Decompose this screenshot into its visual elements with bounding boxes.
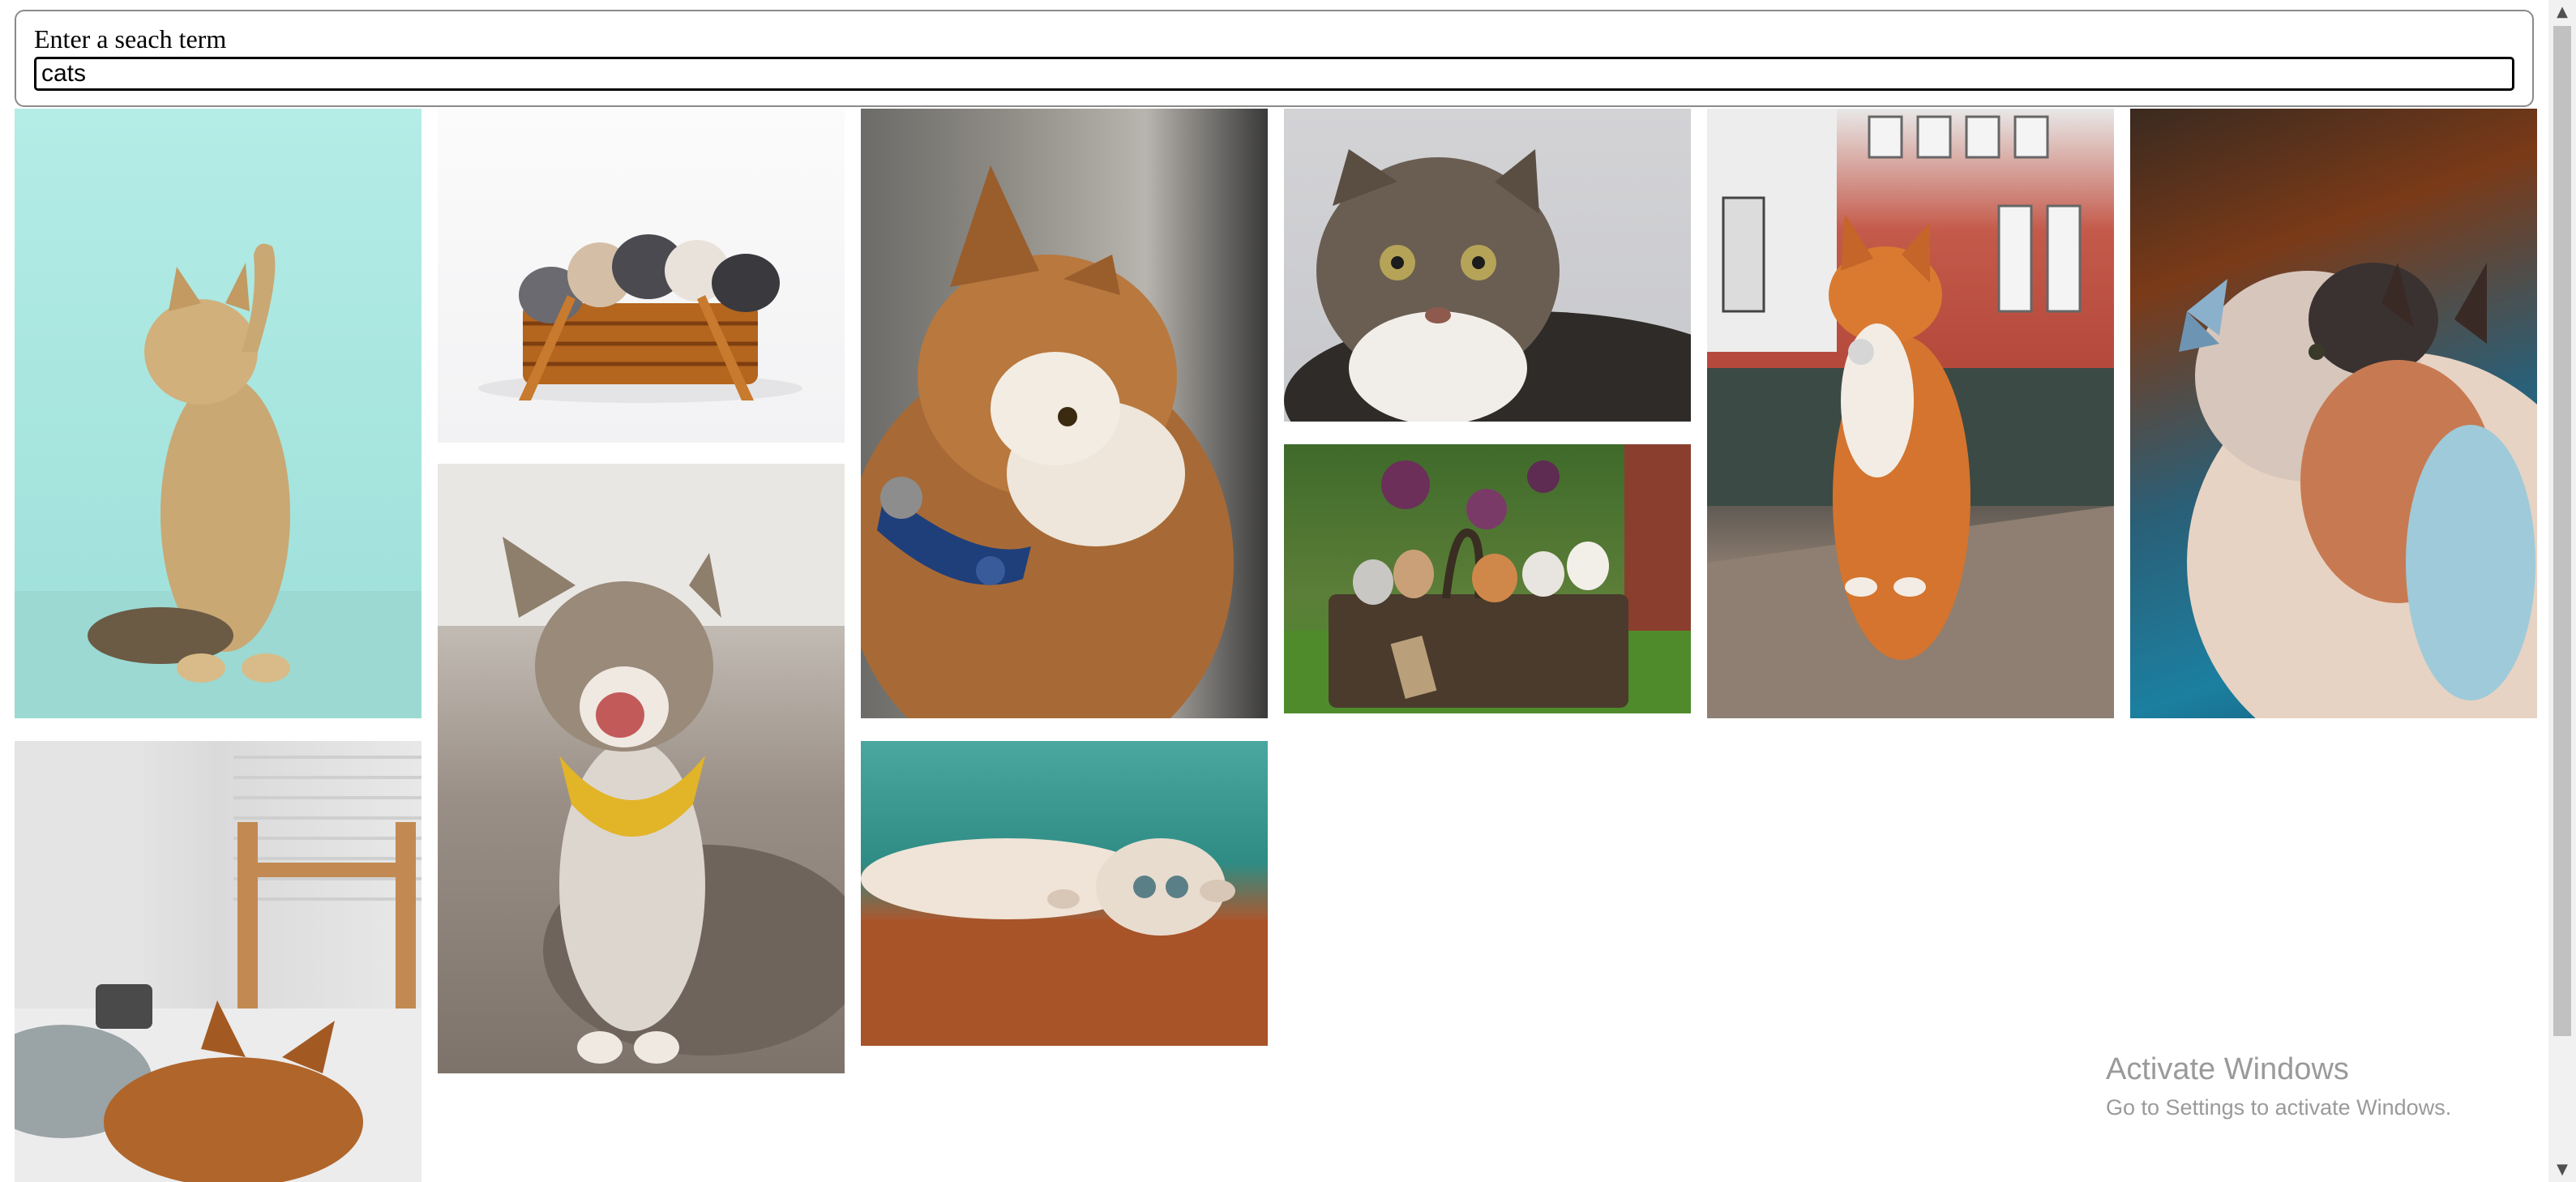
activate-windows-subtitle: Go to Settings to activate Windows. — [2106, 1095, 2452, 1120]
activate-windows-title: Activate Windows — [2106, 1052, 2349, 1086]
cat-image-profile-collar[interactable] — [861, 109, 1268, 718]
triangle-down-icon[interactable]: ▼ — [2548, 1158, 2576, 1182]
search-input[interactable] — [34, 57, 2514, 91]
cat-image-orange-street[interactable] — [1707, 109, 2114, 718]
cat-image-kittens-basket[interactable] — [438, 109, 845, 443]
vertical-scrollbar[interactable]: ▲ ▼ — [2548, 0, 2576, 1182]
search-label: Enter a seach term — [34, 24, 227, 54]
cat-image-smiling-bandana[interactable] — [438, 464, 845, 1073]
activate-windows-watermark: Activate Windows Go to Settings to activ… — [2106, 1052, 2451, 1120]
cat-image-lying-floor[interactable] — [861, 741, 1268, 1046]
cat-image-kitten-paw[interactable] — [15, 109, 421, 718]
cat-image-tabby-portrait[interactable] — [1284, 109, 1691, 422]
cat-image-kittens-garden[interactable] — [1284, 444, 1691, 713]
page: Enter a seach term cats Activate Windows… — [0, 0, 2576, 1182]
cat-image-sleeping-bed[interactable] — [15, 741, 421, 1182]
cat-image-butterfly[interactable] — [2130, 109, 2537, 718]
scrollbar-thumb[interactable] — [2553, 26, 2571, 1036]
triangle-up-icon[interactable]: ▲ — [2548, 0, 2576, 24]
search-form: Enter a seach term — [15, 10, 2534, 107]
